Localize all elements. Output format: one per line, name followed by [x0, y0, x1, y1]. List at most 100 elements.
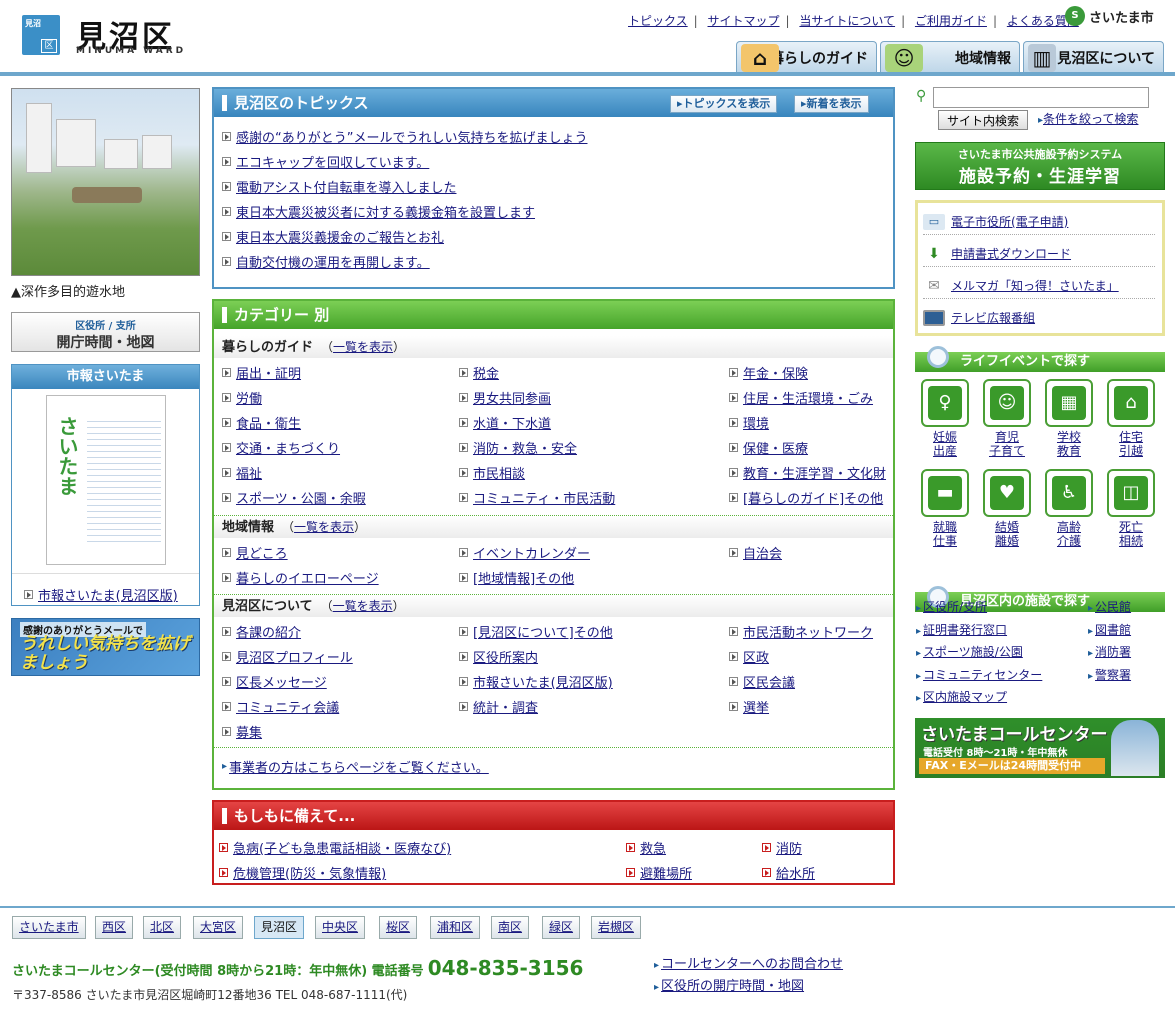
- life-event-childcare[interactable]: ☺ 育児 子育て: [982, 379, 1032, 458]
- site-search-button[interactable]: サイト内検索: [938, 110, 1028, 130]
- show-new-button[interactable]: ▸新着を表示: [794, 95, 869, 113]
- thanks-mail-banner[interactable]: 感謝のありがとうメールで うれしい気持ちを拡げましょう: [11, 618, 200, 676]
- ward-link[interactable]: 桜区: [379, 916, 418, 939]
- category-link[interactable]: 福祉: [236, 463, 262, 482]
- facility-link[interactable]: 証明書発行窓口: [923, 623, 1007, 637]
- category-link[interactable]: 届出・証明: [236, 363, 301, 382]
- category-link[interactable]: 交通・まちづくり: [236, 438, 340, 457]
- ward-link[interactable]: 南区: [491, 916, 530, 939]
- top-link-topics[interactable]: トピックス: [628, 14, 688, 28]
- ward-logo[interactable]: 見沼 区: [22, 15, 60, 55]
- category-link[interactable]: 年金・保険: [743, 363, 808, 382]
- e-city-hall-link[interactable]: 電子市役所(電子申請): [951, 213, 1068, 230]
- category-link[interactable]: 区役所案内: [473, 647, 538, 666]
- bulletin-cover-image[interactable]: さいたま: [46, 395, 166, 565]
- nav-tab-living-guide[interactable]: ⌂ 暮らしのガイド: [736, 41, 877, 74]
- facility-link[interactable]: 区役所/支所: [923, 600, 987, 614]
- site-search-input[interactable]: [933, 87, 1149, 108]
- mail-magazine-link[interactable]: メルマガ「知っ得！さいたま」: [951, 277, 1119, 294]
- facility-link[interactable]: 警察署: [1095, 668, 1131, 682]
- category-link[interactable]: 区長メッセージ: [236, 672, 327, 691]
- nav-tab-area-info[interactable]: ☺ 地域情報: [880, 41, 1020, 74]
- life-event-pregnancy[interactable]: ♀ 妊娠 出産: [920, 379, 970, 458]
- ward-link[interactable]: 中央区: [315, 916, 366, 939]
- category-link[interactable]: スポーツ・公園・余暇: [236, 488, 366, 507]
- category-link[interactable]: 保健・医療: [743, 438, 808, 457]
- topic-link[interactable]: 感謝の“ありがとう”メールでうれしい気持ちを拡げましょう: [236, 127, 587, 146]
- category-link[interactable]: 住居・生活環境・ごみ: [743, 388, 873, 407]
- category-link[interactable]: 市民活動ネットワーク: [743, 622, 873, 641]
- category-link[interactable]: 男女共同参画: [473, 388, 551, 407]
- topic-link[interactable]: 自動交付機の運用を再開します。: [236, 252, 430, 271]
- emergency-link[interactable]: 救急: [640, 838, 666, 857]
- category-link[interactable]: コミュニティ会議: [236, 697, 339, 716]
- category-link[interactable]: 労働: [236, 388, 262, 407]
- ward-link[interactable]: 西区: [95, 916, 134, 939]
- life-event-elderly[interactable]: ♿ 高齢 介護: [1044, 469, 1094, 548]
- show-topics-button[interactable]: ▸トピックスを表示: [670, 95, 778, 113]
- category-link[interactable]: [地域情報]その他: [473, 568, 574, 587]
- category-link[interactable]: 各課の紹介: [236, 622, 301, 641]
- ward-link[interactable]: さいたま市: [12, 916, 86, 939]
- category-link[interactable]: 暮らしのイエローページ: [236, 568, 379, 587]
- city-logo[interactable]: S さいたま市: [1065, 6, 1154, 26]
- tv-program-link[interactable]: テレビ広報番組: [951, 309, 1035, 326]
- office-hours-map-button[interactable]: 区役所 / 支所 開庁時間・地図: [11, 312, 200, 352]
- ward-link[interactable]: 浦和区: [430, 916, 481, 939]
- section-list-link[interactable]: 一覧を表示: [333, 340, 393, 354]
- form-download-link[interactable]: 申請書式ダウンロード: [951, 245, 1071, 262]
- category-link[interactable]: 水道・下水道: [473, 413, 551, 432]
- emergency-link[interactable]: 急病(子ども急患電話相談・医療なび): [233, 838, 451, 857]
- category-link[interactable]: [暮らしのガイド]その他: [743, 488, 883, 507]
- business-link[interactable]: 事業者の方はこちらページをご覧ください。: [229, 757, 489, 776]
- category-link[interactable]: 自治会: [743, 543, 782, 562]
- life-event-school[interactable]: ▦ 学校 教育: [1044, 379, 1094, 458]
- category-link[interactable]: 区政: [743, 647, 769, 666]
- top-link-guide[interactable]: ご利用ガイド: [915, 14, 987, 28]
- category-link[interactable]: [見沼区について]その他: [473, 622, 613, 641]
- topic-link[interactable]: 東日本大震災義援金のご報告とお礼: [236, 227, 444, 246]
- emergency-link[interactable]: 避難場所: [640, 863, 692, 882]
- category-link[interactable]: 税金: [473, 363, 499, 382]
- facility-link[interactable]: コミュニティセンター: [923, 668, 1042, 682]
- city-bulletin-link[interactable]: 市報さいたま(見沼区版): [38, 585, 178, 604]
- facility-link[interactable]: 区内施設マップ: [923, 690, 1007, 704]
- advanced-search-link[interactable]: 条件を絞って検索: [1043, 112, 1138, 126]
- ward-link[interactable]: 見沼区: [254, 916, 305, 939]
- category-link[interactable]: 教育・生涯学習・文化財: [743, 463, 886, 482]
- category-link[interactable]: 食品・衛生: [236, 413, 301, 432]
- category-link[interactable]: 区民会議: [743, 672, 795, 691]
- category-link[interactable]: 消防・救急・安全: [473, 438, 577, 457]
- category-link[interactable]: 募集: [236, 722, 262, 741]
- facility-reservation-banner[interactable]: さいたま市公共施設予約システム 施設予約・生涯学習: [915, 142, 1165, 190]
- category-link[interactable]: 統計・調査: [473, 697, 538, 716]
- topic-link[interactable]: 電動アシスト付自転車を導入しました: [236, 177, 456, 196]
- category-link[interactable]: コミュニティ・市民活動: [473, 488, 615, 507]
- category-link[interactable]: 見沼区プロフィール: [236, 647, 353, 666]
- category-link[interactable]: 選挙: [743, 697, 769, 716]
- life-event-work[interactable]: ▬ 就職 仕事: [920, 469, 970, 548]
- footer-contact-link[interactable]: コールセンターへのお問合わせ: [661, 957, 843, 972]
- ward-link[interactable]: 大宮区: [193, 916, 244, 939]
- ward-link[interactable]: 岩槻区: [591, 916, 642, 939]
- category-link[interactable]: 環境: [743, 413, 769, 432]
- emergency-link[interactable]: 危機管理(防災・気象情報): [233, 863, 386, 882]
- life-event-housing[interactable]: ⌂ 住宅 引越: [1106, 379, 1156, 458]
- facility-link[interactable]: 消防署: [1095, 645, 1131, 659]
- category-link[interactable]: イベントカレンダー: [473, 543, 590, 562]
- section-list-link[interactable]: 一覧を表示: [333, 599, 393, 613]
- top-link-about-site[interactable]: 当サイトについて: [799, 14, 895, 28]
- footer-hours-link[interactable]: 区役所の開庁時間・地図: [661, 979, 804, 994]
- category-link[interactable]: 市報さいたま(見沼区版): [473, 672, 613, 691]
- category-link[interactable]: 市民相談: [473, 463, 525, 482]
- ward-link[interactable]: 北区: [143, 916, 182, 939]
- life-event-death[interactable]: ◫ 死亡 相続: [1106, 469, 1156, 548]
- emergency-link[interactable]: 給水所: [776, 863, 815, 882]
- emergency-link[interactable]: 消防: [776, 838, 802, 857]
- facility-link[interactable]: 図書館: [1095, 623, 1131, 637]
- facility-link[interactable]: 公民館: [1095, 600, 1131, 614]
- ward-link[interactable]: 緑区: [542, 916, 581, 939]
- life-event-marriage[interactable]: ♥ 結婚 離婚: [982, 469, 1032, 548]
- call-center-banner[interactable]: さいたまコールセンター 電話受付 8時～21時・年中無休 FAX・Eメールは24…: [915, 718, 1165, 778]
- facility-link[interactable]: スポーツ施設/公園: [923, 645, 1023, 659]
